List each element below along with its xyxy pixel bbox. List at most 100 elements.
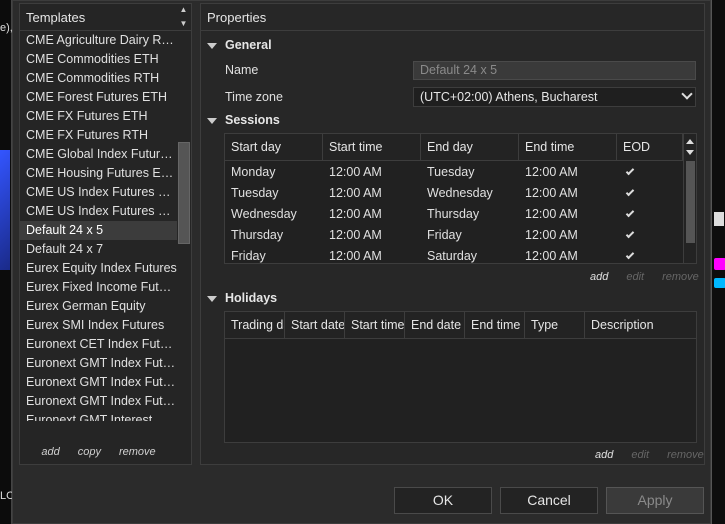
sessions-remove-link[interactable]: remove [662, 271, 699, 283]
checkmark-icon[interactable] [625, 208, 635, 218]
apply-button[interactable]: Apply [606, 487, 704, 514]
templates-scrollbar-thumb[interactable] [178, 142, 190, 244]
holidays-col-start-date[interactable]: Start date [285, 312, 345, 339]
session-eod-cell[interactable] [617, 246, 683, 267]
checkmark-icon[interactable] [625, 250, 635, 260]
template-list-item[interactable]: Eurex SMI Index Futures [20, 316, 177, 335]
name-field[interactable]: Default 24 x 5 [413, 61, 696, 80]
sessions-col-end-day[interactable]: End day [421, 134, 519, 161]
checkmark-icon[interactable] [625, 229, 635, 239]
holidays-grid[interactable]: Trading day Start date Start time End da… [224, 311, 697, 443]
template-list-item[interactable]: Default 24 x 7 [20, 240, 177, 259]
properties-panel: Properties General Name Default 24 x 5 T… [200, 3, 705, 465]
holidays-add-link[interactable]: add [595, 449, 613, 461]
session-start-time-cell[interactable]: 12:00 AM [323, 183, 421, 204]
template-list-item[interactable]: CME Forest Futures ETH [20, 88, 177, 107]
checkmark-icon[interactable] [625, 187, 635, 197]
template-list-item[interactable]: CME FX Futures RTH [20, 126, 177, 145]
session-start-day-cell[interactable]: Monday [225, 162, 323, 183]
session-row[interactable]: Wednesday 12:00 AM Thursday 12:00 AM [225, 204, 683, 225]
session-start-day-cell[interactable]: Thursday [225, 225, 323, 246]
sessions-scrollbar-thumb[interactable] [686, 161, 695, 243]
sessions-scrollbar[interactable] [683, 134, 696, 263]
template-list-item[interactable]: Euronext GMT Index Futures [20, 392, 177, 411]
template-list-item[interactable]: Euronext CET Index Futures [20, 335, 177, 354]
session-eod-cell[interactable] [617, 162, 683, 183]
holidays-section-header[interactable]: Holidays [201, 291, 277, 305]
timezone-select[interactable]: (UTC+02:00) Athens, Bucharest [413, 87, 696, 107]
sessions-col-eod[interactable]: EOD [617, 134, 683, 161]
template-list-item[interactable]: CME US Index Futures ETH [20, 183, 177, 202]
holidays-col-description[interactable]: Description [585, 312, 696, 339]
template-list-item[interactable]: CME Commodities ETH [20, 50, 177, 69]
template-list-item[interactable]: CME FX Futures ETH [20, 107, 177, 126]
collapse-triangle-icon [207, 42, 217, 49]
chevron-up-icon[interactable]: ▲ [180, 5, 188, 15]
session-eod-cell[interactable] [617, 183, 683, 204]
template-list-item[interactable]: CME Global Index Futures ETH [20, 145, 177, 164]
checkmark-icon[interactable] [625, 166, 635, 176]
sessions-add-link[interactable]: add [590, 271, 608, 283]
holidays-col-start-time[interactable]: Start time [345, 312, 405, 339]
template-list-item[interactable]: Default 24 x 5 [20, 221, 177, 240]
sessions-col-start-day[interactable]: Start day [225, 134, 323, 161]
session-end-day-cell[interactable]: Saturday [421, 246, 519, 267]
template-list-item[interactable]: Eurex Fixed Income Futures [20, 278, 177, 297]
session-start-day-cell[interactable]: Wednesday [225, 204, 323, 225]
template-list-item[interactable]: Eurex Equity Index Futures [20, 259, 177, 278]
session-eod-cell[interactable] [617, 204, 683, 225]
template-list-item[interactable]: CME Housing Futures ETH [20, 164, 177, 183]
template-list-item[interactable]: Eurex German Equity [20, 297, 177, 316]
session-end-day-cell[interactable]: Tuesday [421, 162, 519, 183]
templates-copy-link[interactable]: copy [78, 446, 101, 458]
session-end-day-cell[interactable]: Thursday [421, 204, 519, 225]
template-list-item[interactable]: Euronext GMT Interest Rate [20, 411, 177, 421]
sessions-section-header[interactable]: Sessions [201, 113, 280, 127]
session-end-time-cell[interactable]: 12:00 AM [519, 183, 617, 204]
session-eod-cell[interactable] [617, 225, 683, 246]
templates-list[interactable]: CME Agriculture Dairy RTH CME Commodities… [20, 31, 177, 421]
holidays-remove-link[interactable]: remove [667, 449, 704, 461]
template-list-item[interactable]: Euronext GMT Index Futures [20, 354, 177, 373]
holidays-col-trading-day[interactable]: Trading day [225, 312, 285, 339]
holidays-col-end-time[interactable]: End time [465, 312, 525, 339]
session-end-day-cell[interactable]: Wednesday [421, 183, 519, 204]
session-start-time-cell[interactable]: 12:00 AM [323, 204, 421, 225]
session-start-time-cell[interactable]: 12:00 AM [323, 225, 421, 246]
sessions-grid: Start day Start time End day End time EO… [224, 133, 697, 264]
general-heading: General [225, 38, 272, 52]
holidays-col-end-date[interactable]: End date [405, 312, 465, 339]
template-list-item[interactable]: CME Commodities RTH [20, 69, 177, 88]
sessions-edit-link[interactable]: edit [626, 271, 644, 283]
session-row[interactable]: Tuesday 12:00 AM Wednesday 12:00 AM [225, 183, 683, 204]
scroll-down-icon[interactable] [686, 150, 694, 155]
session-end-day-cell[interactable]: Friday [421, 225, 519, 246]
session-row[interactable]: Thursday 12:00 AM Friday 12:00 AM [225, 225, 683, 246]
templates-spinner[interactable]: ▲ ▼ [177, 5, 190, 29]
ok-button[interactable]: OK [394, 487, 492, 514]
session-end-time-cell[interactable]: 12:00 AM [519, 225, 617, 246]
session-end-time-cell[interactable]: 12:00 AM [519, 162, 617, 183]
templates-remove-link[interactable]: remove [119, 446, 156, 458]
session-end-time-cell[interactable]: 12:00 AM [519, 246, 617, 267]
session-row[interactable]: Friday 12:00 AM Saturday 12:00 AM [225, 246, 683, 267]
chevron-down-icon[interactable]: ▼ [180, 19, 188, 29]
holidays-edit-link[interactable]: edit [631, 449, 649, 461]
templates-add-link[interactable]: add [41, 446, 59, 458]
session-end-time-cell[interactable]: 12:00 AM [519, 204, 617, 225]
template-list-item[interactable]: Euronext GMT Index Futures [20, 373, 177, 392]
template-list-item[interactable]: CME US Index Futures RTH [20, 202, 177, 221]
scroll-up-icon[interactable] [686, 139, 694, 144]
sessions-col-start-time[interactable]: Start time [323, 134, 421, 161]
session-row[interactable]: Monday 12:00 AM Tuesday 12:00 AM [225, 162, 683, 183]
session-start-day-cell[interactable]: Tuesday [225, 183, 323, 204]
session-start-day-cell[interactable]: Friday [225, 246, 323, 267]
session-start-time-cell[interactable]: 12:00 AM [323, 246, 421, 267]
timezone-label: Time zone [225, 90, 283, 104]
general-section-header[interactable]: General [201, 38, 272, 52]
session-start-time-cell[interactable]: 12:00 AM [323, 162, 421, 183]
template-list-item[interactable]: CME Agriculture Dairy RTH [20, 31, 177, 50]
holidays-col-type[interactable]: Type [525, 312, 585, 339]
cancel-button[interactable]: Cancel [500, 487, 598, 514]
sessions-col-end-time[interactable]: End time [519, 134, 617, 161]
